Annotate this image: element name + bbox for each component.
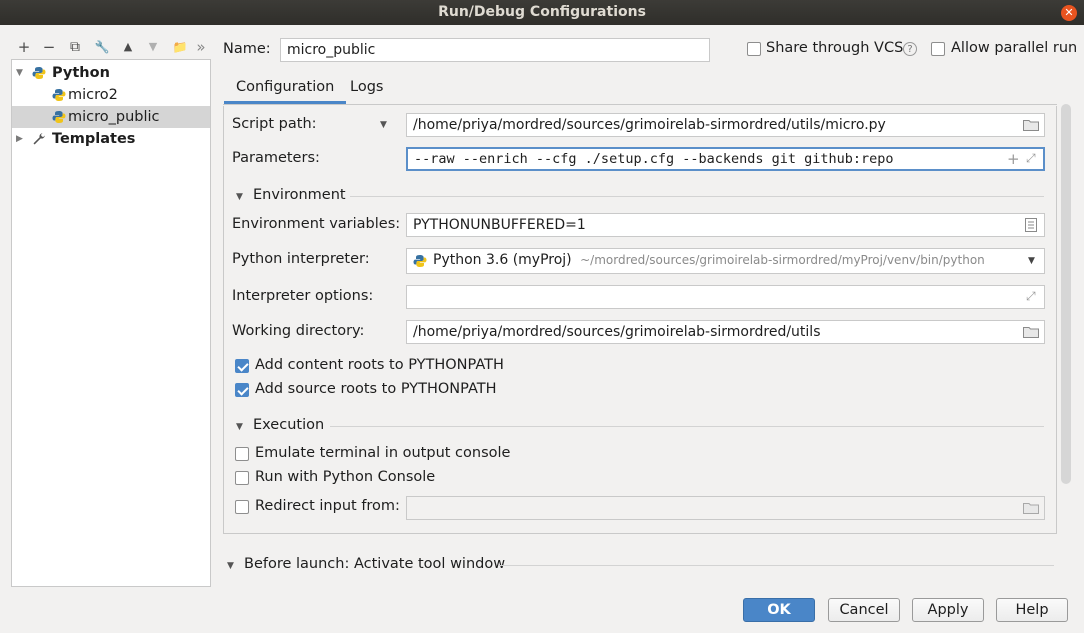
tree-item-label: micro2 [68, 87, 118, 103]
tab-logs[interactable]: Logs [338, 74, 395, 104]
redirect-input-label: Redirect input from: [255, 498, 400, 514]
section-divider [498, 565, 1054, 566]
tree-item-micro2[interactable]: micro2 [12, 84, 210, 106]
interpreter-path: ~/mordred/sources/grimoirelab-sirmordred… [580, 253, 985, 267]
vertical-scrollbar[interactable] [1061, 104, 1071, 484]
copy-icon[interactable]: ⧉ [65, 37, 85, 57]
share-vcs-label: Share through VCS [766, 40, 904, 56]
window-titlebar: Run/Debug Configurations [0, 0, 1084, 25]
content-roots-checkbox[interactable] [235, 359, 249, 373]
tree-item-label: Python [52, 65, 110, 81]
section-divider [330, 426, 1044, 427]
python-icon [32, 67, 46, 79]
expand-icon[interactable]: ⤢ [1026, 151, 1036, 166]
execution-collapse-icon[interactable]: ▼ [236, 422, 243, 432]
config-tree: ▼ Python micro2 micro_public ▶ Templates [11, 59, 211, 587]
python-icon [52, 111, 66, 123]
name-label: Name: [223, 41, 271, 57]
edit-list-icon[interactable] [1025, 218, 1037, 232]
section-divider [350, 196, 1044, 197]
add-macro-icon[interactable]: + [1007, 150, 1020, 168]
interp-options-input[interactable] [406, 285, 1045, 309]
workdir-label: Working directory: [232, 323, 365, 339]
apply-button[interactable]: Apply [912, 598, 984, 622]
environment-section-title: Environment [253, 187, 346, 203]
add-icon[interactable]: + [14, 37, 34, 57]
environment-collapse-icon[interactable]: ▼ [236, 192, 243, 202]
collapse-arrow-icon[interactable]: ▶ [16, 128, 23, 150]
tree-item-python[interactable]: ▼ Python [12, 62, 210, 84]
workdir-input[interactable]: /home/priya/mordred/sources/grimoirelab-… [406, 320, 1045, 344]
more-icon[interactable]: » [194, 37, 208, 57]
env-vars-label: Environment variables: [232, 216, 401, 232]
script-path-label: Script path: [232, 116, 317, 132]
wrench-icon [33, 133, 45, 145]
share-vcs-checkbox[interactable] [747, 42, 761, 56]
folder-icon[interactable] [1023, 119, 1039, 131]
python-icon [52, 89, 66, 101]
tree-item-label: micro_public [68, 109, 160, 125]
tree-item-templates[interactable]: ▶ Templates [12, 128, 210, 150]
execution-section-title: Execution [253, 417, 325, 433]
expand-arrow-icon[interactable]: ▼ [16, 62, 23, 84]
script-type-dropdown-icon[interactable]: ▼ [380, 120, 387, 130]
python-console-checkbox[interactable] [235, 471, 249, 485]
source-roots-label: Add source roots to PYTHONPATH [255, 381, 497, 397]
script-path-input[interactable]: /home/priya/mordred/sources/grimoirelab-… [406, 113, 1045, 137]
allow-parallel-checkbox[interactable] [931, 42, 945, 56]
redirect-input-field[interactable] [406, 496, 1045, 520]
tab-configuration[interactable]: Configuration [224, 74, 347, 104]
help-circle-icon[interactable]: ? [903, 42, 917, 56]
name-input[interactable]: micro_public [280, 38, 710, 62]
before-launch-label: Before launch: Activate tool window [244, 556, 506, 572]
source-roots-checkbox[interactable] [235, 383, 249, 397]
move-up-icon[interactable]: ▲ [118, 37, 138, 57]
window-title: Run/Debug Configurations [438, 4, 646, 20]
interpreter-name: Python 3.6 (myProj) [433, 252, 572, 268]
emulate-terminal-label: Emulate terminal in output console [255, 445, 511, 461]
expand-icon[interactable]: ⤢ [1026, 289, 1036, 304]
ok-button[interactable]: OK [743, 598, 815, 622]
new-folder-icon[interactable]: 📁 [170, 37, 190, 57]
python-console-label: Run with Python Console [255, 469, 436, 485]
chevron-down-icon[interactable]: ▼ [1028, 256, 1035, 266]
parameters-input[interactable]: --raw --enrich --cfg ./setup.cfg --backe… [406, 147, 1045, 171]
before-launch-collapse-icon[interactable]: ▼ [227, 561, 234, 571]
folder-icon[interactable] [1023, 502, 1039, 514]
wrench-icon[interactable]: 🔧 [92, 37, 112, 57]
tree-item-micro-public[interactable]: micro_public [12, 106, 210, 128]
content-roots-label: Add content roots to PYTHONPATH [255, 357, 504, 373]
folder-icon[interactable] [1023, 326, 1039, 338]
interp-options-label: Interpreter options: [232, 288, 374, 304]
interpreter-label: Python interpreter: [232, 251, 370, 267]
redirect-input-checkbox[interactable] [235, 500, 249, 514]
tree-item-label: Templates [52, 131, 136, 147]
help-button[interactable]: Help [996, 598, 1068, 622]
interpreter-select[interactable]: Python 3.6 (myProj) ~/mordred/sources/gr… [406, 248, 1045, 274]
allow-parallel-label: Allow parallel run [951, 40, 1078, 56]
remove-icon[interactable]: − [39, 37, 59, 57]
env-vars-input[interactable]: PYTHONUNBUFFERED=1 [406, 213, 1045, 237]
emulate-terminal-checkbox[interactable] [235, 447, 249, 461]
cancel-button[interactable]: Cancel [828, 598, 900, 622]
parameters-label: Parameters: [232, 150, 320, 166]
tab-divider [223, 104, 1057, 105]
close-icon[interactable]: ✕ [1061, 5, 1077, 21]
python-icon [413, 255, 427, 267]
move-down-icon[interactable]: ▼ [143, 37, 163, 57]
